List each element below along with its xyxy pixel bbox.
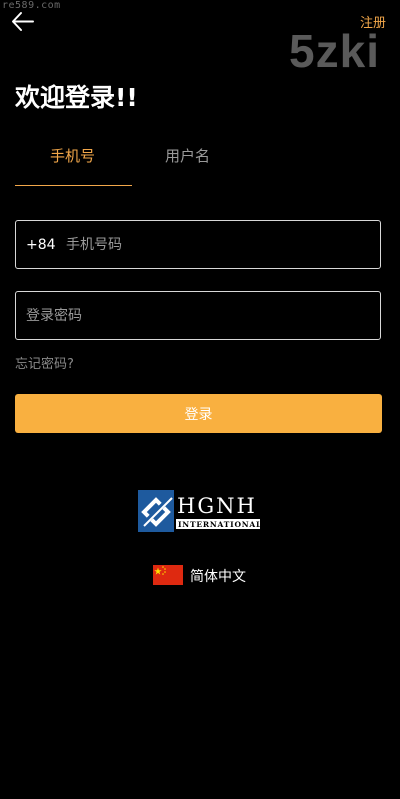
phone-input[interactable]	[66, 233, 366, 257]
back-button[interactable]	[10, 10, 36, 34]
password-input[interactable]	[26, 304, 366, 328]
forgot-password-link[interactable]: 忘记密码?	[15, 353, 74, 372]
arrow-left-icon	[12, 12, 34, 31]
company-logo: HGNH INTERNATIONAL	[138, 490, 262, 532]
password-field[interactable]	[15, 291, 381, 340]
language-label: 简体中文	[190, 569, 246, 585]
tab-phone[interactable]: 手机号	[50, 145, 95, 166]
watermark-brand: 5zki	[289, 25, 380, 77]
country-code[interactable]: +84	[26, 237, 56, 253]
svg-text:HGNH: HGNH	[177, 494, 257, 518]
svg-text:INTERNATIONAL: INTERNATIONAL	[178, 520, 262, 529]
hgnh-logo-icon: HGNH INTERNATIONAL	[138, 490, 262, 532]
phone-field[interactable]: +84	[15, 220, 381, 269]
page-title: 欢迎登录!!	[15, 83, 138, 112]
tab-username[interactable]: 用户名	[165, 145, 210, 166]
china-flag-icon	[153, 565, 183, 585]
login-button[interactable]: 登录	[15, 394, 382, 433]
active-tab-indicator	[15, 185, 132, 186]
